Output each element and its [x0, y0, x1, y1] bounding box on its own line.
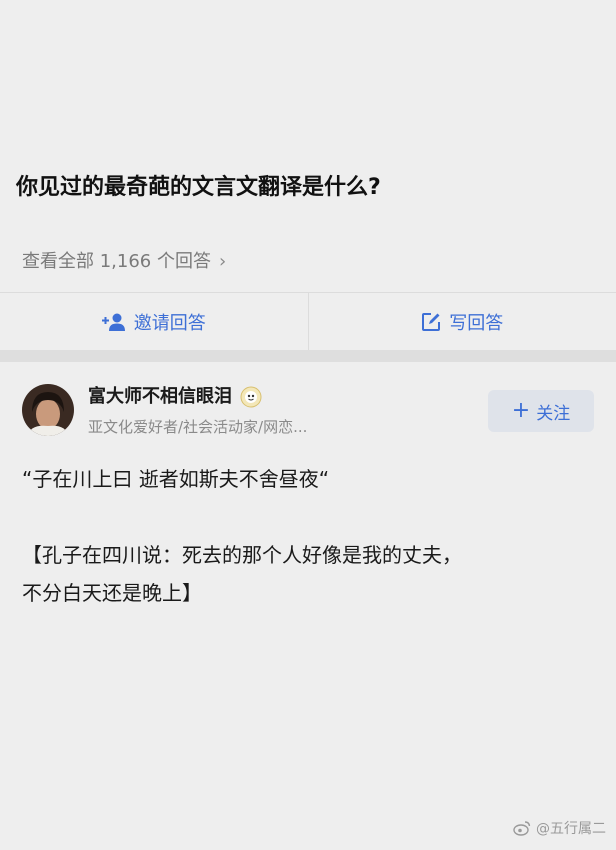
author-description: 亚文化爱好者/社会活动家/网恋... [88, 418, 308, 436]
badge-icon [240, 386, 262, 408]
author-name[interactable]: 富大师不相信眼泪 [88, 384, 232, 410]
follow-button[interactable]: + 关注 [488, 390, 594, 432]
section-divider [0, 350, 616, 362]
chevron-right-icon: › [218, 251, 227, 272]
add-user-icon [101, 313, 125, 331]
view-all-answers-link[interactable]: 查看全部 1,166 个回答 › [22, 249, 226, 275]
plus-icon: + [511, 398, 531, 423]
watermark-text: @五行属二 [536, 821, 606, 837]
weibo-icon [513, 821, 531, 836]
edit-icon [422, 313, 441, 331]
write-answer-label: 写回答 [449, 313, 504, 334]
invite-answer-button[interactable]: 邀请回答 [0, 293, 308, 351]
question-title: 你见过的最奇葩的文言文翻译是什么? [16, 175, 381, 200]
invite-answer-label: 邀请回答 [133, 313, 206, 334]
follow-label: 关注 [536, 403, 571, 424]
answer-translation-line-2: 不分白天还是晚上】 [22, 581, 202, 605]
write-answer-button[interactable]: 写回答 [307, 293, 616, 351]
watermark: @五行属二 [513, 818, 606, 838]
author-name-row[interactable]: 富大师不相信眼泪 [88, 384, 262, 410]
action-bar: 邀请回答 写回答 [0, 292, 616, 351]
view-all-label: 查看全部 1,166 个回答 [22, 251, 211, 272]
avatar[interactable] [22, 384, 74, 436]
answer-quote: “子在川上曰 逝者如斯夫不舍昼夜“ [22, 467, 330, 491]
answer-translation-line-1: 【孔子在四川说：死去的那个人好像是我的丈夫， [22, 543, 462, 567]
